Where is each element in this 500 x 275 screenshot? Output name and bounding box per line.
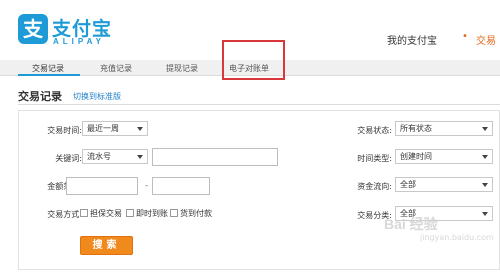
alipay-logo-icon[interactable]: 支 xyxy=(18,14,48,44)
nav-my-alipay[interactable]: 我的支付宝 xyxy=(387,32,437,47)
time-select[interactable]: 最近一周 xyxy=(82,121,148,136)
amount-min-input[interactable] xyxy=(66,177,138,195)
chevron-down-icon xyxy=(137,127,143,131)
keyword-label: 关键词: xyxy=(55,154,82,163)
status-select-value: 所有状态 xyxy=(400,124,432,133)
fund-flow-value: 全部 xyxy=(400,180,416,189)
method-label: 交易方式: xyxy=(47,210,82,219)
switch-standard-link[interactable]: 切换到标准版 xyxy=(73,91,121,102)
time-type-label: 时间类型: xyxy=(357,154,392,163)
time-type-select[interactable]: 创建时间 xyxy=(395,149,493,164)
amount-dash: - xyxy=(145,181,148,190)
chevron-down-icon xyxy=(482,127,488,131)
active-tab-indicator xyxy=(18,74,80,76)
chevron-down-icon xyxy=(482,212,488,216)
tab-recharge[interactable]: 充值记录 xyxy=(100,63,132,74)
checkbox-instant-label: 即时到账 xyxy=(136,209,168,218)
amount-max-input[interactable] xyxy=(152,177,210,195)
logo-text-en: ALIPAY xyxy=(53,37,106,46)
checkbox-escrow-label: 担保交易 xyxy=(90,209,122,218)
nav-bullet-icon: • xyxy=(462,31,468,42)
title-divider xyxy=(18,104,500,105)
baidu-watermark: Bai 经验 xyxy=(384,216,438,232)
checkbox-instant[interactable] xyxy=(126,209,134,217)
chevron-down-icon xyxy=(482,155,488,159)
fund-flow-select[interactable]: 全部 xyxy=(395,177,493,192)
chevron-down-icon xyxy=(137,155,143,159)
page-title: 交易记录 xyxy=(18,90,62,103)
status-label: 交易状态: xyxy=(357,126,392,135)
checkbox-cod-label: 货到付款 xyxy=(180,209,212,218)
status-select[interactable]: 所有状态 xyxy=(395,121,493,136)
keyword-input[interactable] xyxy=(152,148,278,166)
search-button[interactable]: 搜索 xyxy=(80,236,133,255)
nav-trade[interactable]: 交易 xyxy=(476,32,496,47)
checkbox-cod[interactable] xyxy=(170,209,178,217)
highlight-box xyxy=(222,40,285,80)
baidu-watermark-url: jingyan.baidu.com xyxy=(420,233,494,242)
keyword-type-select[interactable]: 流水号 xyxy=(82,149,148,164)
time-label: 交易时间: xyxy=(47,126,82,135)
keyword-type-value: 流水号 xyxy=(87,152,111,161)
chevron-down-icon xyxy=(482,183,488,187)
tab-transactions[interactable]: 交易记录 xyxy=(32,63,64,74)
time-select-value: 最近一周 xyxy=(87,124,119,133)
checkbox-escrow[interactable] xyxy=(80,209,88,217)
time-type-value: 创建时间 xyxy=(400,152,432,161)
fund-flow-label: 资金流向: xyxy=(357,182,392,191)
tab-withdraw[interactable]: 提现记录 xyxy=(166,63,198,74)
